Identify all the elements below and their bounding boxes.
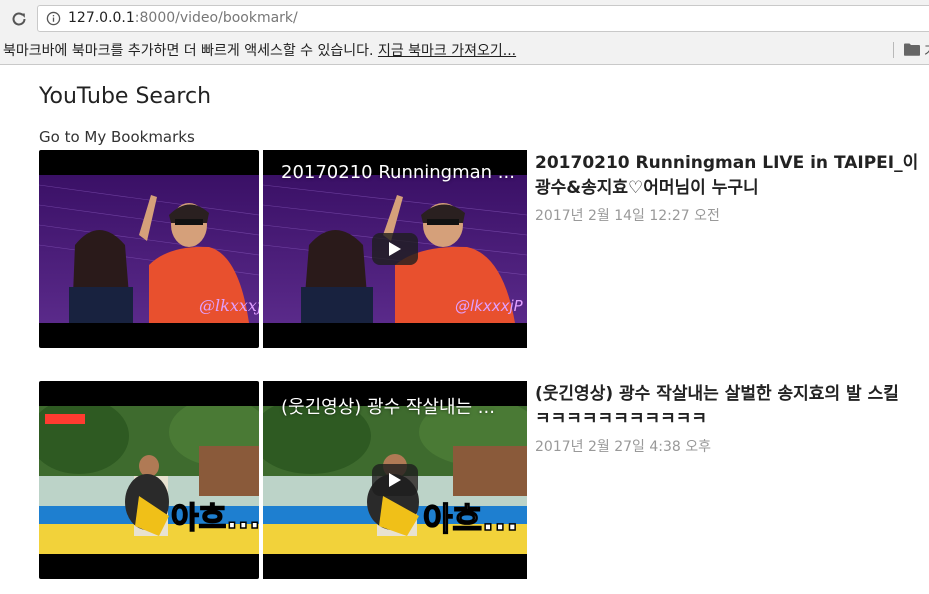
go-to-bookmarks-link[interactable]: Go to My Bookmarks (39, 128, 195, 146)
video-title[interactable]: (웃긴영상) 광수 작살내는 살벌한 송지효의 발 스킬 ㅋㅋㅋㅋㅋㅋㅋㅋㅋㅋㅋ (535, 382, 925, 432)
player-title[interactable]: 20170210 Runningman ... (281, 162, 515, 183)
video-title[interactable]: 20170210 Runningman LIVE in TAIPEI_이광수&송… (535, 151, 925, 201)
bookmark-bar-text: 북마크바에 북마크를 추가하면 더 빠르게 액세스할 수 있습니다. (3, 43, 374, 59)
video-player[interactable]: @lkxxxjP 20170210 Runningman ... (263, 150, 527, 348)
thumbnail-caption: 아흐... (171, 501, 259, 536)
video-row: @lkxxxjP @lkxxxjP 20170210 Runningman ..… (39, 150, 929, 349)
player-watermark: @lkxxxjP (455, 297, 524, 315)
thumbnail-image: 아흐... (39, 406, 259, 554)
address-bar[interactable]: 127.0.0.1:8000/video/bookmark/ (37, 5, 929, 32)
bookmark-bar-message: 북마크바에 북마크를 추가하면 더 빠르게 액세스할 수 있습니다. 지금 북마… (3, 40, 516, 60)
play-icon (389, 473, 401, 487)
url-host: 127.0.0.1 (68, 10, 135, 26)
url-path: :8000/video/bookmark/ (134, 10, 298, 26)
bookmark-bar-divider (893, 42, 894, 58)
info-icon[interactable] (46, 11, 61, 26)
page-title: YouTube Search (39, 84, 212, 109)
browser-toolbar: 127.0.0.1:8000/video/bookmark/ (0, 0, 929, 37)
video-row: 아흐... 아흐... (웃긴영상) 광수 작살내는 ... (웃긴영상) 광수… (39, 381, 929, 580)
video-thumbnail[interactable]: @lkxxxjP (39, 150, 259, 348)
url-text: 127.0.0.1:8000/video/bookmark/ (68, 10, 298, 26)
reload-icon[interactable] (8, 8, 30, 30)
video-player[interactable]: 아흐... (웃긴영상) 광수 작살내는 ... (263, 381, 527, 579)
import-bookmarks-link[interactable]: 지금 북마크 가져오기... (378, 43, 516, 59)
bookmark-bar: 북마크바에 북마크를 추가하면 더 빠르게 액세스할 수 있습니다. 지금 북마… (0, 37, 929, 65)
thumbnail-watermark: @lkxxxjP (199, 296, 259, 315)
play-icon (389, 242, 401, 256)
player-title[interactable]: (웃긴영상) 광수 작살내는 ... (281, 393, 495, 419)
play-button[interactable] (372, 233, 418, 265)
video-title-line1[interactable]: (웃긴영상) 광수 작살내는 살벌한 송지효의 발 스킬 (535, 384, 899, 404)
video-title-line2[interactable]: ㅋㅋㅋㅋㅋㅋㅋㅋㅋㅋㅋ (535, 407, 925, 432)
player-caption: 아흐... (423, 500, 518, 538)
video-date: 2017년 2월 14일 12:27 오전 (535, 208, 720, 224)
video-thumbnail[interactable]: 아흐... (39, 381, 259, 579)
thumbnail-image: @lkxxxjP (39, 175, 259, 323)
folder-icon[interactable] (904, 43, 920, 56)
play-button[interactable] (372, 464, 418, 496)
other-bookmarks-label[interactable]: 기 (924, 41, 929, 61)
video-date: 2017년 2월 27일 4:38 오후 (535, 439, 711, 455)
